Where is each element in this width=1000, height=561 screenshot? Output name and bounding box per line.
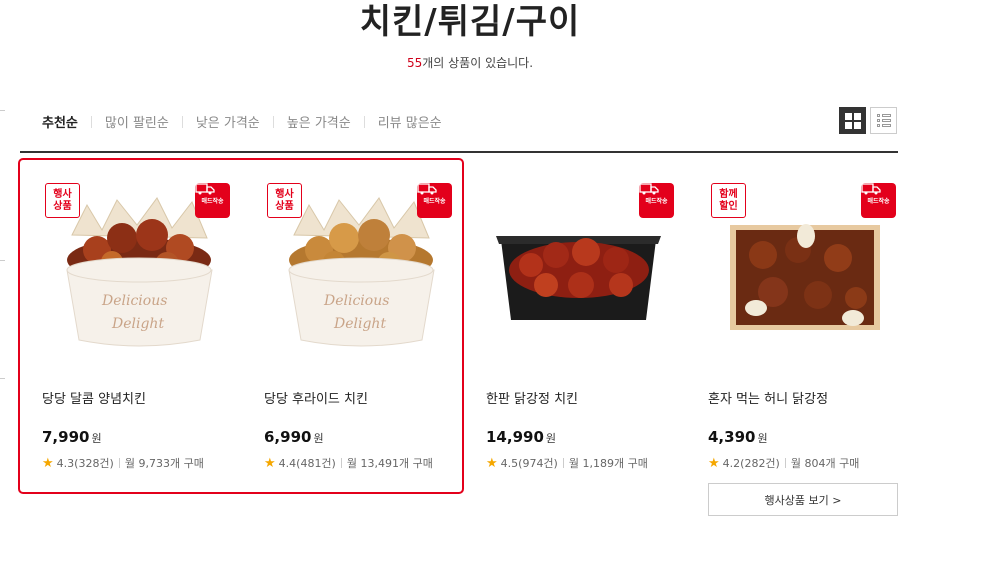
sort-bar: 추천순 많이 팔린순 낮은 가격순 높은 가격순 리뷰 많은순 — [42, 112, 442, 131]
product-rating: 4.4(481건) — [278, 457, 336, 470]
sort-separator — [90, 115, 92, 128]
meta-separator — [562, 458, 564, 468]
price-unit: 원 — [313, 432, 324, 445]
meta-separator — [784, 458, 786, 468]
meta-separator — [118, 458, 120, 468]
product-meta: ★ 4.5(974건) 월 1,189개 구매 — [486, 455, 648, 471]
sort-divider — [20, 151, 898, 153]
view-event-products-button[interactable]: 행사상품 보기 > — [708, 483, 898, 516]
sort-separator — [181, 115, 183, 128]
sort-separator — [363, 115, 365, 128]
star-icon: ★ — [264, 455, 276, 471]
price-unit: 원 — [91, 432, 102, 445]
product-name[interactable]: 혼자 먹는 허니 닭강정 — [708, 388, 828, 407]
meta-separator — [340, 458, 342, 468]
side-tick — [0, 378, 5, 379]
svg-text:Delicious: Delicious — [323, 293, 389, 309]
star-icon: ★ — [486, 455, 498, 471]
product-name[interactable]: 당당 후라이드 치킨 — [264, 388, 368, 407]
delivery-badge-label: 매드작송 — [201, 197, 224, 205]
view-toggle — [839, 107, 897, 134]
truck-icon — [417, 183, 437, 195]
list-view-button[interactable] — [870, 107, 897, 134]
sort-low-price[interactable]: 낮은 가격순 — [196, 112, 260, 131]
event-badge: 행사 상품 — [45, 183, 80, 218]
product-price: 4,390 원 — [708, 428, 768, 446]
product-price: 7,990 원 — [42, 428, 102, 446]
product-price: 6,990 원 — [264, 428, 324, 446]
product-meta: ★ 4.3(328건) 월 9,733개 구매 — [42, 455, 204, 471]
product-count-number: 55 — [406, 56, 423, 70]
product-rating: 4.2(282건) — [722, 457, 780, 470]
product-card[interactable]: Delicious Delight 행사 상품 매드작송 당당 후라이드 치킨 … — [264, 180, 470, 471]
product-card[interactable]: 매드작송 한판 닭강정 치킨 14,990 원 ★ 4.5(974건) 월 1,1… — [486, 180, 692, 471]
product-rating: 4.5(974건) — [500, 457, 558, 470]
price-unit: 원 — [545, 432, 557, 445]
svg-text:Delicious: Delicious — [101, 293, 167, 309]
product-card[interactable]: Delicious Delight 행사 상품 매드작송 당당 달콤 양념치킨 … — [42, 180, 248, 471]
product-name[interactable]: 당당 달콤 양념치킨 — [42, 388, 146, 407]
price-value: 14,990 — [486, 428, 544, 446]
delivery-badge-label: 매드작송 — [645, 197, 668, 205]
product-meta: ★ 4.2(282건) 월 804개 구매 — [708, 455, 859, 471]
grid-view-button[interactable] — [839, 107, 866, 134]
monthly-sales: 월 804개 구매 — [790, 457, 860, 470]
delivery-badge: 매드작송 — [639, 183, 674, 218]
event-badge: 행사 상품 — [267, 183, 302, 218]
truck-icon — [195, 183, 215, 195]
discount-badge: 함께 할인 — [711, 183, 746, 218]
sort-high-price[interactable]: 높은 가격순 — [287, 112, 351, 131]
product-image[interactable]: Delicious Delight 행사 상품 매드작송 — [264, 180, 454, 355]
price-unit: 원 — [757, 432, 768, 445]
price-value: 7,990 — [42, 428, 90, 446]
monthly-sales: 월 13,491개 구매 — [346, 457, 433, 470]
delivery-badge: 매드작송 — [861, 183, 896, 218]
side-tick — [0, 260, 5, 261]
product-image[interactable]: Delicious Delight 행사 상품 매드작송 — [42, 180, 232, 355]
price-value: 6,990 — [264, 428, 312, 446]
svg-text:Delight: Delight — [111, 316, 164, 332]
monthly-sales: 월 9,733개 구매 — [124, 457, 204, 470]
product-price: 14,990 원 — [486, 428, 556, 446]
grid-view-icon — [844, 112, 861, 129]
product-name[interactable]: 한판 닭강정 치킨 — [486, 388, 578, 407]
delivery-badge-label: 매드작송 — [423, 197, 446, 205]
sort-most-reviews[interactable]: 리뷰 많은순 — [378, 112, 442, 131]
price-value: 4,390 — [708, 428, 756, 446]
product-count: 55개의 상품이 있습니다. — [0, 54, 940, 71]
list-view-icon — [876, 114, 891, 127]
star-icon: ★ — [708, 455, 720, 471]
delivery-badge: 매드작송 — [195, 183, 230, 218]
product-image[interactable]: 매드작송 — [486, 180, 676, 355]
monthly-sales: 월 1,189개 구매 — [568, 457, 648, 470]
delivery-badge-label: 매드작송 — [867, 197, 890, 205]
truck-icon — [639, 183, 659, 195]
sort-recommended[interactable]: 추천순 — [42, 112, 78, 131]
page-title: 치킨/튀김/구이 — [359, 2, 581, 42]
svg-text:Delight: Delight — [333, 316, 386, 332]
truck-icon — [861, 183, 881, 195]
product-count-text: 개의 상품이 있습니다. — [422, 56, 534, 70]
sort-separator — [272, 115, 274, 128]
product-rating: 4.3(328건) — [56, 457, 114, 470]
product-image[interactable]: 함께 할인 매드작송 — [708, 180, 898, 355]
product-card[interactable]: 함께 할인 매드작송 혼자 먹는 허니 닭강정 4,390 원 ★ 4.2(282… — [708, 180, 914, 471]
star-icon: ★ — [42, 455, 54, 471]
sort-best-selling[interactable]: 많이 팔린순 — [105, 112, 169, 131]
side-tick — [0, 110, 5, 111]
delivery-badge: 매드작송 — [417, 183, 452, 218]
product-meta: ★ 4.4(481건) 월 13,491개 구매 — [264, 455, 433, 471]
